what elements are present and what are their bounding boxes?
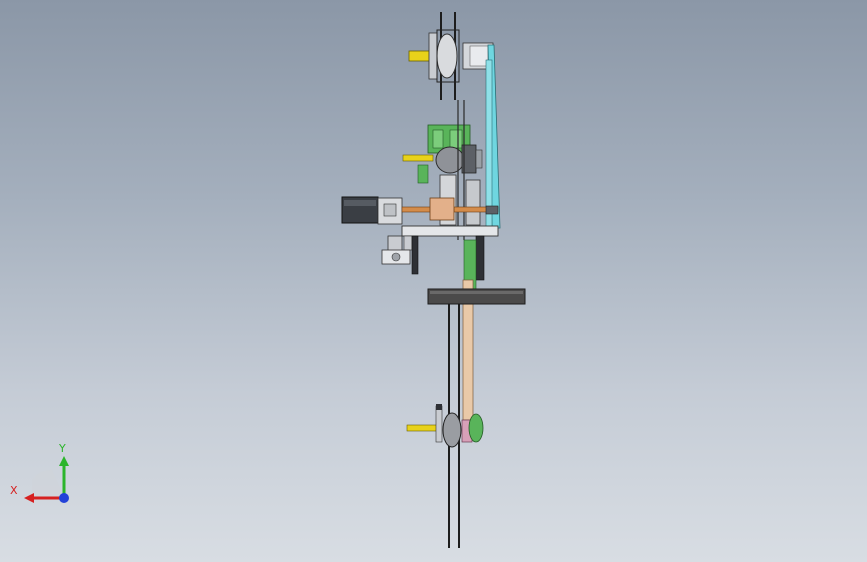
triad-plane-shading [32,469,65,498]
green-block-assembly[interactable] [402,124,483,184]
triad-y-label: Y [59,442,66,455]
cross-beam[interactable] [427,288,526,305]
assembly-model[interactable] [0,0,867,562]
stepper-motor[interactable] [341,196,403,225]
cad-graphics-viewport[interactable]: X Y [0,0,867,562]
base-plate[interactable] [401,225,499,281]
cyan-side-bracket[interactable] [485,44,501,233]
top-pulley-assembly[interactable] [408,29,494,83]
triad-x-label: X [10,484,18,497]
triad-z-origin-icon [59,493,69,503]
view-orientation-triad: X Y [10,440,80,510]
lower-column[interactable] [462,239,477,421]
belt-left [440,12,460,548]
lead-screw[interactable] [401,197,499,221]
